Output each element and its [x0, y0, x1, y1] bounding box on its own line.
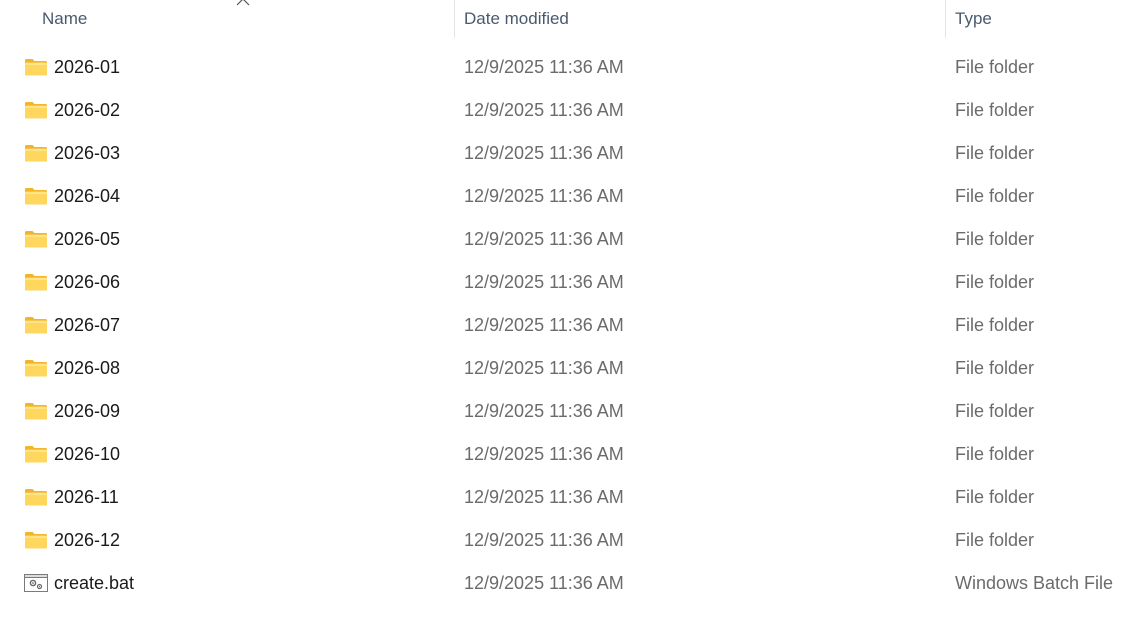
file-type: File folder	[955, 315, 1035, 335]
file-row[interactable]: 2026-06 12/9/2025 11:36 AM File folder	[0, 261, 1140, 304]
file-date-modified: 12/9/2025 11:36 AM	[464, 100, 624, 120]
file-list: 2026-01 12/9/2025 11:36 AM File folder 202…	[0, 46, 1140, 605]
folder-icon	[24, 487, 48, 507]
column-header-type[interactable]: Type	[955, 0, 1140, 38]
file-name: 2026-12	[54, 530, 121, 550]
file-type: File folder	[955, 57, 1035, 77]
folder-icon	[24, 272, 48, 292]
file-date-modified: 12/9/2025 11:36 AM	[464, 444, 624, 464]
close-icon[interactable]	[235, 0, 251, 6]
file-date-modified: 12/9/2025 11:36 AM	[464, 358, 624, 378]
file-name: 2026-04	[54, 186, 121, 206]
folder-icon	[24, 358, 48, 378]
folder-icon	[24, 100, 48, 120]
file-date-modified: 12/9/2025 11:36 AM	[464, 57, 624, 77]
file-type: File folder	[955, 487, 1035, 507]
folder-icon	[24, 143, 48, 163]
file-name: 2026-01	[54, 57, 121, 77]
file-type: File folder	[955, 100, 1035, 120]
file-name: 2026-06	[54, 272, 121, 292]
column-header-bar: Name Date modified Type	[0, 0, 1140, 38]
column-header-date-modified[interactable]: Date modified	[464, 0, 944, 38]
file-row[interactable]: 2026-08 12/9/2025 11:36 AM File folder	[0, 347, 1140, 390]
file-row[interactable]: 2026-01 12/9/2025 11:36 AM File folder	[0, 46, 1140, 89]
file-type: File folder	[955, 444, 1035, 464]
file-type: File folder	[955, 272, 1035, 292]
column-divider[interactable]	[945, 0, 946, 38]
file-row[interactable]: 2026-09 12/9/2025 11:36 AM File folder	[0, 390, 1140, 433]
file-type: File folder	[955, 186, 1035, 206]
file-name: 2026-11	[54, 487, 119, 507]
file-row[interactable]: 2026-11 12/9/2025 11:36 AM File folder	[0, 476, 1140, 519]
file-type: Windows Batch File	[955, 573, 1114, 593]
file-row[interactable]: 2026-12 12/9/2025 11:36 AM File folder	[0, 519, 1140, 562]
file-row[interactable]: 2026-10 12/9/2025 11:36 AM File folder	[0, 433, 1140, 476]
folder-icon	[24, 229, 48, 249]
file-name: create.bat	[54, 573, 135, 593]
file-date-modified: 12/9/2025 11:36 AM	[464, 315, 624, 335]
file-row[interactable]: create.bat 12/9/2025 11:36 AM Windows Batc…	[0, 562, 1140, 605]
file-date-modified: 12/9/2025 11:36 AM	[464, 229, 624, 249]
file-date-modified: 12/9/2025 11:36 AM	[464, 401, 624, 421]
file-name: 2026-09	[54, 401, 121, 421]
column-divider[interactable]	[454, 0, 455, 38]
file-type: File folder	[955, 401, 1035, 421]
file-date-modified: 12/9/2025 11:36 AM	[464, 530, 624, 550]
file-name: 2026-03	[54, 143, 121, 163]
file-type: File folder	[955, 143, 1035, 163]
folder-icon	[24, 401, 48, 421]
file-date-modified: 12/9/2025 11:36 AM	[464, 186, 624, 206]
file-row[interactable]: 2026-05 12/9/2025 11:36 AM File folder	[0, 218, 1140, 261]
file-explorer-list: Name Date modified Type 2026-01 12/9/2025…	[0, 0, 1140, 618]
folder-icon	[24, 530, 48, 550]
file-type: File folder	[955, 530, 1035, 550]
file-date-modified: 12/9/2025 11:36 AM	[464, 272, 624, 292]
file-row[interactable]: 2026-07 12/9/2025 11:36 AM File folder	[0, 304, 1140, 347]
file-date-modified: 12/9/2025 11:36 AM	[464, 573, 624, 593]
file-row[interactable]: 2026-04 12/9/2025 11:36 AM File folder	[0, 175, 1140, 218]
folder-icon	[24, 186, 48, 206]
file-row[interactable]: 2026-03 12/9/2025 11:36 AM File folder	[0, 132, 1140, 175]
file-name: 2026-08	[54, 358, 121, 378]
file-type: File folder	[955, 229, 1035, 249]
file-date-modified: 12/9/2025 11:36 AM	[464, 487, 624, 507]
folder-icon	[24, 315, 48, 335]
file-name: 2026-07	[54, 315, 121, 335]
file-name: 2026-05	[54, 229, 121, 249]
file-row[interactable]: 2026-02 12/9/2025 11:36 AM File folder	[0, 89, 1140, 132]
file-name: 2026-10	[54, 444, 121, 464]
file-date-modified: 12/9/2025 11:36 AM	[464, 143, 624, 163]
folder-icon	[24, 444, 48, 464]
folder-icon	[24, 57, 48, 77]
file-name: 2026-02	[54, 100, 121, 120]
file-type: File folder	[955, 358, 1035, 378]
batch-file-icon	[24, 573, 48, 593]
